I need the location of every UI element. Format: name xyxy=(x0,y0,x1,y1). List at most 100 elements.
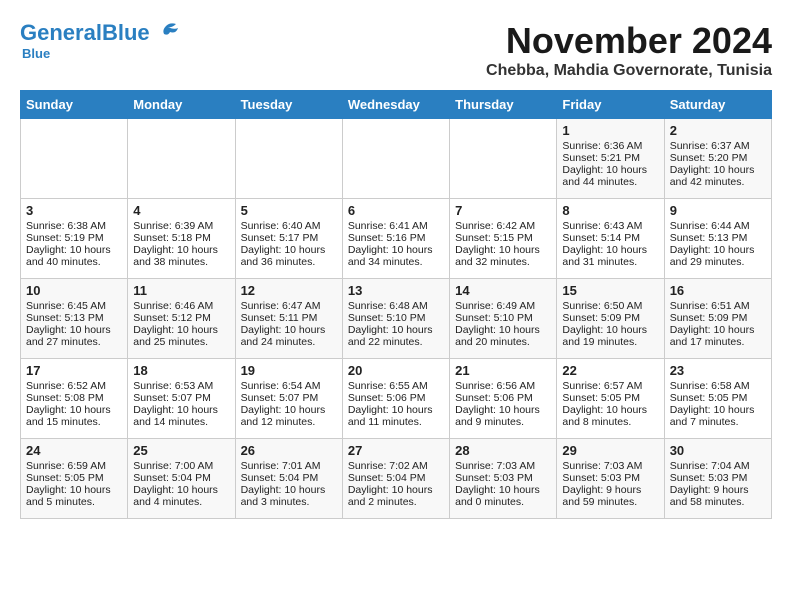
header-tuesday: Tuesday xyxy=(235,91,342,119)
sunset-text: Sunset: 5:05 PM xyxy=(562,392,640,404)
calendar-cell: 6Sunrise: 6:41 AMSunset: 5:16 PMDaylight… xyxy=(342,199,449,279)
daylight-text: Daylight: 10 hours and 44 minutes. xyxy=(562,164,647,188)
calendar-cell: 10Sunrise: 6:45 AMSunset: 5:13 PMDayligh… xyxy=(21,279,128,359)
calendar-cell: 16Sunrise: 6:51 AMSunset: 5:09 PMDayligh… xyxy=(664,279,771,359)
sunset-text: Sunset: 5:03 PM xyxy=(670,472,748,484)
daylight-text: Daylight: 10 hours and 3 minutes. xyxy=(241,484,326,508)
day-number: 23 xyxy=(670,363,766,378)
daylight-text: Daylight: 9 hours and 58 minutes. xyxy=(670,484,749,508)
calendar-cell: 11Sunrise: 6:46 AMSunset: 5:12 PMDayligh… xyxy=(128,279,235,359)
calendar-cell: 12Sunrise: 6:47 AMSunset: 5:11 PMDayligh… xyxy=(235,279,342,359)
calendar-cell: 24Sunrise: 6:59 AMSunset: 5:05 PMDayligh… xyxy=(21,439,128,519)
logo: GeneralBlue Blue xyxy=(20,20,180,61)
sunrise-text: Sunrise: 7:01 AM xyxy=(241,460,321,472)
sunrise-text: Sunrise: 6:50 AM xyxy=(562,300,642,312)
sunset-text: Sunset: 5:14 PM xyxy=(562,232,640,244)
sunrise-text: Sunrise: 6:57 AM xyxy=(562,380,642,392)
calendar-cell: 21Sunrise: 6:56 AMSunset: 5:06 PMDayligh… xyxy=(450,359,557,439)
header-monday: Monday xyxy=(128,91,235,119)
calendar-cell: 26 Sunrise: 7:01 AMSunset: 5:04 PMDayligh… xyxy=(235,439,342,519)
day-number: 13 xyxy=(348,283,444,298)
sunrise-text: Sunrise: 6:38 AM xyxy=(26,220,106,232)
sunset-text: Sunset: 5:18 PM xyxy=(133,232,211,244)
day-number: 21 xyxy=(455,363,551,378)
calendar-week-row: 1Sunrise: 6:36 AMSunset: 5:21 PMDaylight… xyxy=(21,119,772,199)
calendar-cell xyxy=(235,119,342,199)
day-number: 14 xyxy=(455,283,551,298)
daylight-text: Daylight: 10 hours and 8 minutes. xyxy=(562,404,647,428)
calendar-cell: 20Sunrise: 6:55 AMSunset: 5:06 PMDayligh… xyxy=(342,359,449,439)
sunset-text: Sunset: 5:04 PM xyxy=(348,472,426,484)
daylight-text: Daylight: 10 hours and 12 minutes. xyxy=(241,404,326,428)
sunrise-text: Sunrise: 6:37 AM xyxy=(670,140,750,152)
calendar-cell: 8Sunrise: 6:43 AMSunset: 5:14 PMDaylight… xyxy=(557,199,664,279)
calendar-week-row: 17Sunrise: 6:52 AMSunset: 5:08 PMDayligh… xyxy=(21,359,772,439)
header-wednesday: Wednesday xyxy=(342,91,449,119)
sunset-text: Sunset: 5:16 PM xyxy=(348,232,426,244)
sunrise-text: Sunrise: 6:56 AM xyxy=(455,380,535,392)
calendar-cell: 2Sunrise: 6:37 AMSunset: 5:20 PMDaylight… xyxy=(664,119,771,199)
daylight-text: Daylight: 10 hours and 36 minutes. xyxy=(241,244,326,268)
sunset-text: Sunset: 5:12 PM xyxy=(133,312,211,324)
sunset-text: Sunset: 5:11 PM xyxy=(241,312,318,324)
sunrise-text: Sunrise: 6:53 AM xyxy=(133,380,213,392)
sunset-text: Sunset: 5:17 PM xyxy=(241,232,319,244)
calendar-cell: 25Sunrise: 7:00 AMSunset: 5:04 PMDayligh… xyxy=(128,439,235,519)
day-number: 2 xyxy=(670,123,766,138)
calendar-cell: 1Sunrise: 6:36 AMSunset: 5:21 PMDaylight… xyxy=(557,119,664,199)
calendar-cell: 3Sunrise: 6:38 AMSunset: 5:19 PMDaylight… xyxy=(21,199,128,279)
day-number: 25 xyxy=(133,443,229,458)
sunrise-text: Sunrise: 6:39 AM xyxy=(133,220,213,232)
month-title: November 2024 xyxy=(486,20,772,62)
header-saturday: Saturday xyxy=(664,91,771,119)
calendar-week-row: 24Sunrise: 6:59 AMSunset: 5:05 PMDayligh… xyxy=(21,439,772,519)
day-number: 4 xyxy=(133,203,229,218)
day-number: 20 xyxy=(348,363,444,378)
sunrise-text: Sunrise: 6:36 AM xyxy=(562,140,642,152)
sunset-text: Sunset: 5:10 PM xyxy=(455,312,533,324)
sunset-text: Sunset: 5:04 PM xyxy=(133,472,211,484)
day-number: 18 xyxy=(133,363,229,378)
daylight-text: Daylight: 10 hours and 2 minutes. xyxy=(348,484,433,508)
sunrise-text: Sunrise: 6:41 AM xyxy=(348,220,428,232)
location-title: Chebba, Mahdia Governorate, Tunisia xyxy=(486,62,772,80)
header-sunday: Sunday xyxy=(21,91,128,119)
daylight-text: Daylight: 10 hours and 38 minutes. xyxy=(133,244,218,268)
calendar-cell xyxy=(21,119,128,199)
calendar-cell: 5Sunrise: 6:40 AMSunset: 5:17 PMDaylight… xyxy=(235,199,342,279)
day-number: 28 xyxy=(455,443,551,458)
daylight-text: Daylight: 10 hours and 15 minutes. xyxy=(26,404,111,428)
day-number: 3 xyxy=(26,203,122,218)
sunrise-text: Sunrise: 6:49 AM xyxy=(455,300,535,312)
day-number: 16 xyxy=(670,283,766,298)
calendar-cell: 27Sunrise: 7:02 AMSunset: 5:04 PMDayligh… xyxy=(342,439,449,519)
calendar-header-row: SundayMondayTuesdayWednesdayThursdayFrid… xyxy=(21,91,772,119)
sunrise-text: Sunrise: 6:40 AM xyxy=(241,220,321,232)
daylight-text: Daylight: 10 hours and 19 minutes. xyxy=(562,324,647,348)
day-number: 1 xyxy=(562,123,658,138)
daylight-text: Daylight: 10 hours and 32 minutes. xyxy=(455,244,540,268)
daylight-text: Daylight: 10 hours and 7 minutes. xyxy=(670,404,755,428)
calendar-cell: 15Sunrise: 6:50 AMSunset: 5:09 PMDayligh… xyxy=(557,279,664,359)
sunrise-text: Sunrise: 6:54 AM xyxy=(241,380,321,392)
logo-blue-text: Blue xyxy=(102,20,150,45)
sunset-text: Sunset: 5:13 PM xyxy=(670,232,748,244)
day-number: 26 xyxy=(241,443,337,458)
calendar-cell: 22Sunrise: 6:57 AMSunset: 5:05 PMDayligh… xyxy=(557,359,664,439)
daylight-text: Daylight: 10 hours and 14 minutes. xyxy=(133,404,218,428)
sunrise-text: Sunrise: 6:44 AM xyxy=(670,220,750,232)
calendar-cell: 7Sunrise: 6:42 AMSunset: 5:15 PMDaylight… xyxy=(450,199,557,279)
sunset-text: Sunset: 5:20 PM xyxy=(670,152,748,164)
daylight-text: Daylight: 9 hours and 59 minutes. xyxy=(562,484,641,508)
sunset-text: Sunset: 5:09 PM xyxy=(670,312,748,324)
sunrise-text: Sunrise: 6:43 AM xyxy=(562,220,642,232)
daylight-text: Daylight: 10 hours and 11 minutes. xyxy=(348,404,433,428)
calendar-cell: 23Sunrise: 6:58 AMSunset: 5:05 PMDayligh… xyxy=(664,359,771,439)
daylight-text: Daylight: 10 hours and 0 minutes. xyxy=(455,484,540,508)
sunrise-text: Sunrise: 7:04 AM xyxy=(670,460,750,472)
daylight-text: Daylight: 10 hours and 9 minutes. xyxy=(455,404,540,428)
sunrise-text: Sunrise: 6:55 AM xyxy=(348,380,428,392)
sunset-text: Sunset: 5:04 PM xyxy=(241,472,319,484)
day-number: 19 xyxy=(241,363,337,378)
calendar-cell xyxy=(342,119,449,199)
